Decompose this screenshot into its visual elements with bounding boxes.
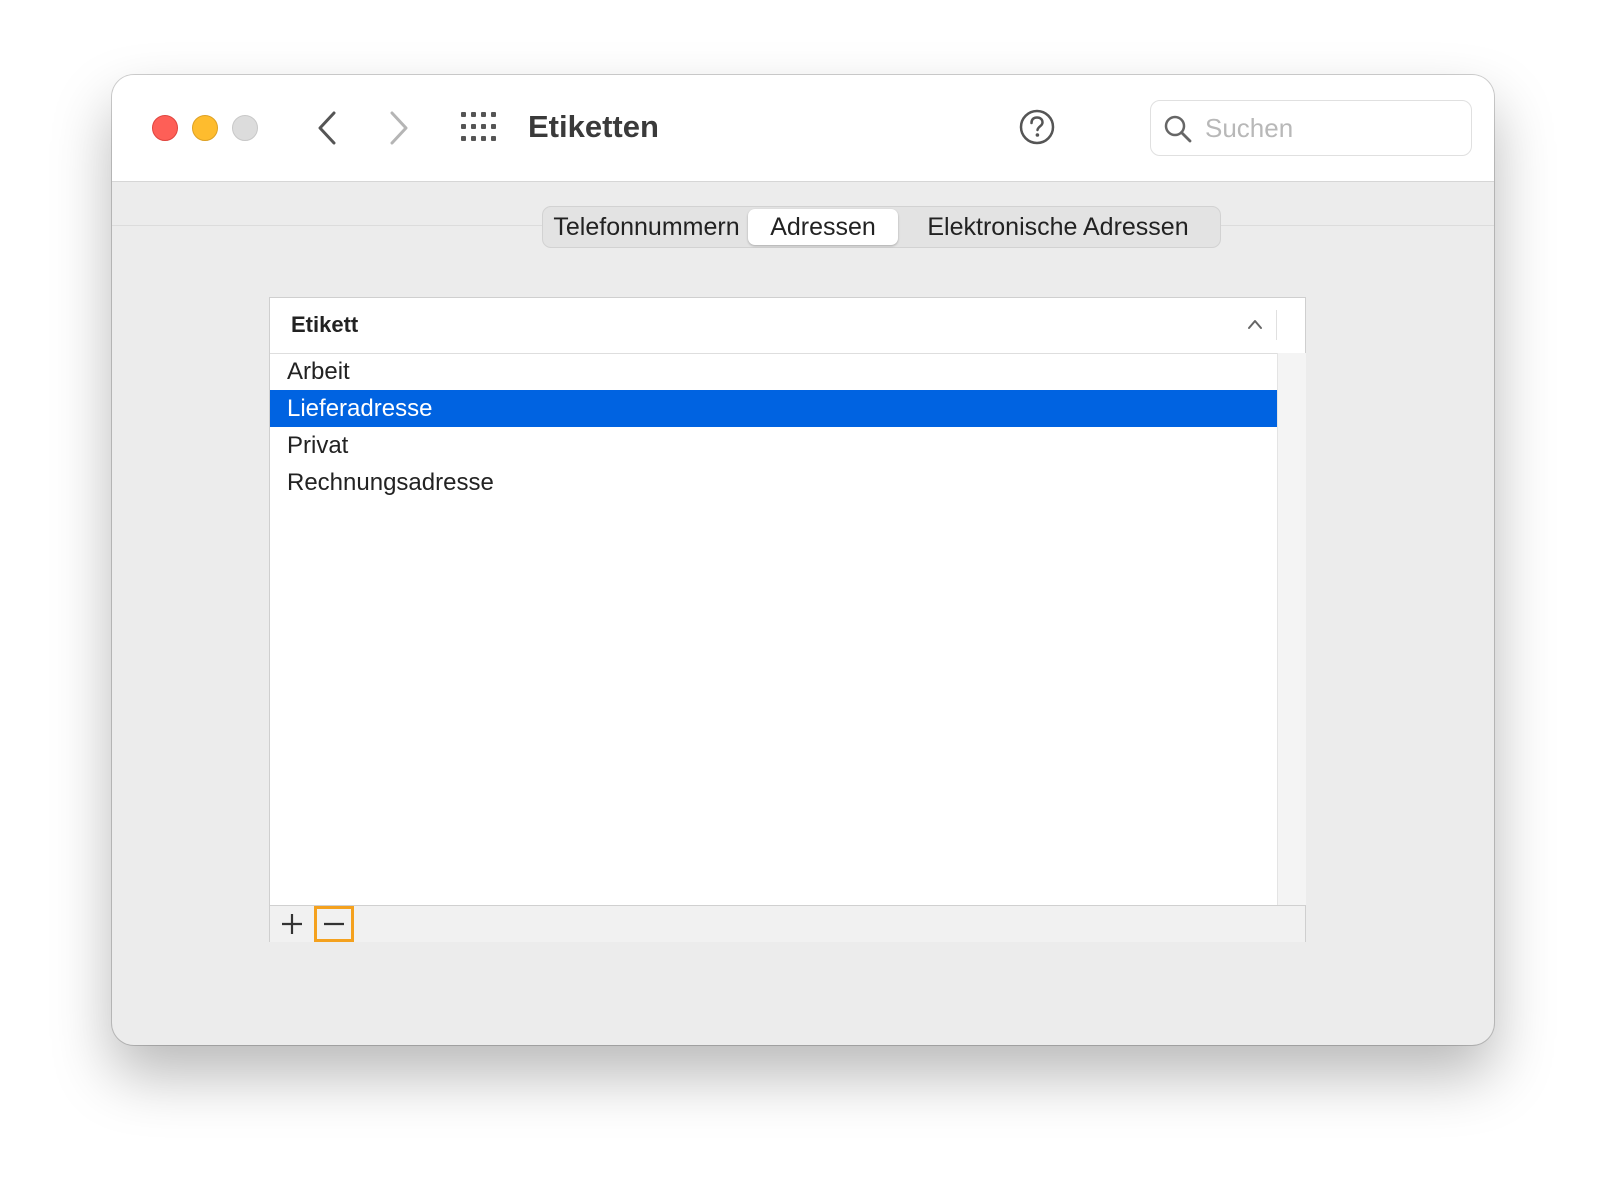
table-actions-bar	[270, 905, 1305, 942]
window-title: Etiketten	[528, 109, 659, 144]
table-row[interactable]: Arbeit	[270, 353, 1277, 390]
search-placeholder: Suchen	[1205, 113, 1294, 143]
table-row[interactable]: Privat	[270, 427, 1277, 464]
table-body: Arbeit Lieferadresse Privat Rechnungsadr…	[270, 353, 1277, 501]
title-bar: Etiketten Suchen	[112, 75, 1494, 182]
close-button[interactable]	[152, 115, 178, 141]
plus-icon	[282, 914, 302, 934]
forward-button[interactable]	[382, 109, 414, 147]
tab-elektronische-adressen[interactable]: Elektronische Adressen	[898, 209, 1218, 245]
chevron-left-icon	[318, 111, 336, 145]
chevron-right-icon	[390, 111, 408, 145]
column-header-etikett[interactable]: Etikett	[291, 310, 358, 340]
column-divider	[1276, 310, 1277, 340]
show-all-button[interactable]	[460, 111, 498, 143]
minus-icon	[324, 922, 344, 926]
tab-bar: Telefonnummern Adressen Elektronische Ad…	[542, 206, 1221, 248]
question-mark-icon	[1019, 109, 1055, 145]
labels-table: Etikett Arbeit Lieferadresse Privat Rech…	[269, 297, 1306, 942]
minimize-button[interactable]	[192, 115, 218, 141]
chevron-up-icon	[1248, 320, 1262, 329]
help-button[interactable]	[1018, 108, 1056, 146]
add-button[interactable]	[274, 906, 310, 942]
remove-button[interactable]	[314, 906, 354, 942]
tab-telefonnummern[interactable]: Telefonnummern	[545, 209, 748, 245]
scrollbar-track[interactable]	[1277, 353, 1306, 905]
tab-adressen[interactable]: Adressen	[748, 209, 898, 245]
grid-icon	[461, 112, 496, 141]
search-icon	[1164, 115, 1192, 143]
back-button[interactable]	[312, 109, 344, 147]
zoom-button[interactable]	[232, 115, 258, 141]
table-row[interactable]: Rechnungsadresse	[270, 464, 1277, 501]
search-field[interactable]: Suchen	[1150, 100, 1472, 156]
table-row-selected[interactable]: Lieferadresse	[270, 390, 1277, 427]
table-header[interactable]: Etikett	[270, 298, 1305, 354]
preferences-window: Etiketten Suchen Telefonnummern Adressen…	[112, 75, 1494, 1045]
